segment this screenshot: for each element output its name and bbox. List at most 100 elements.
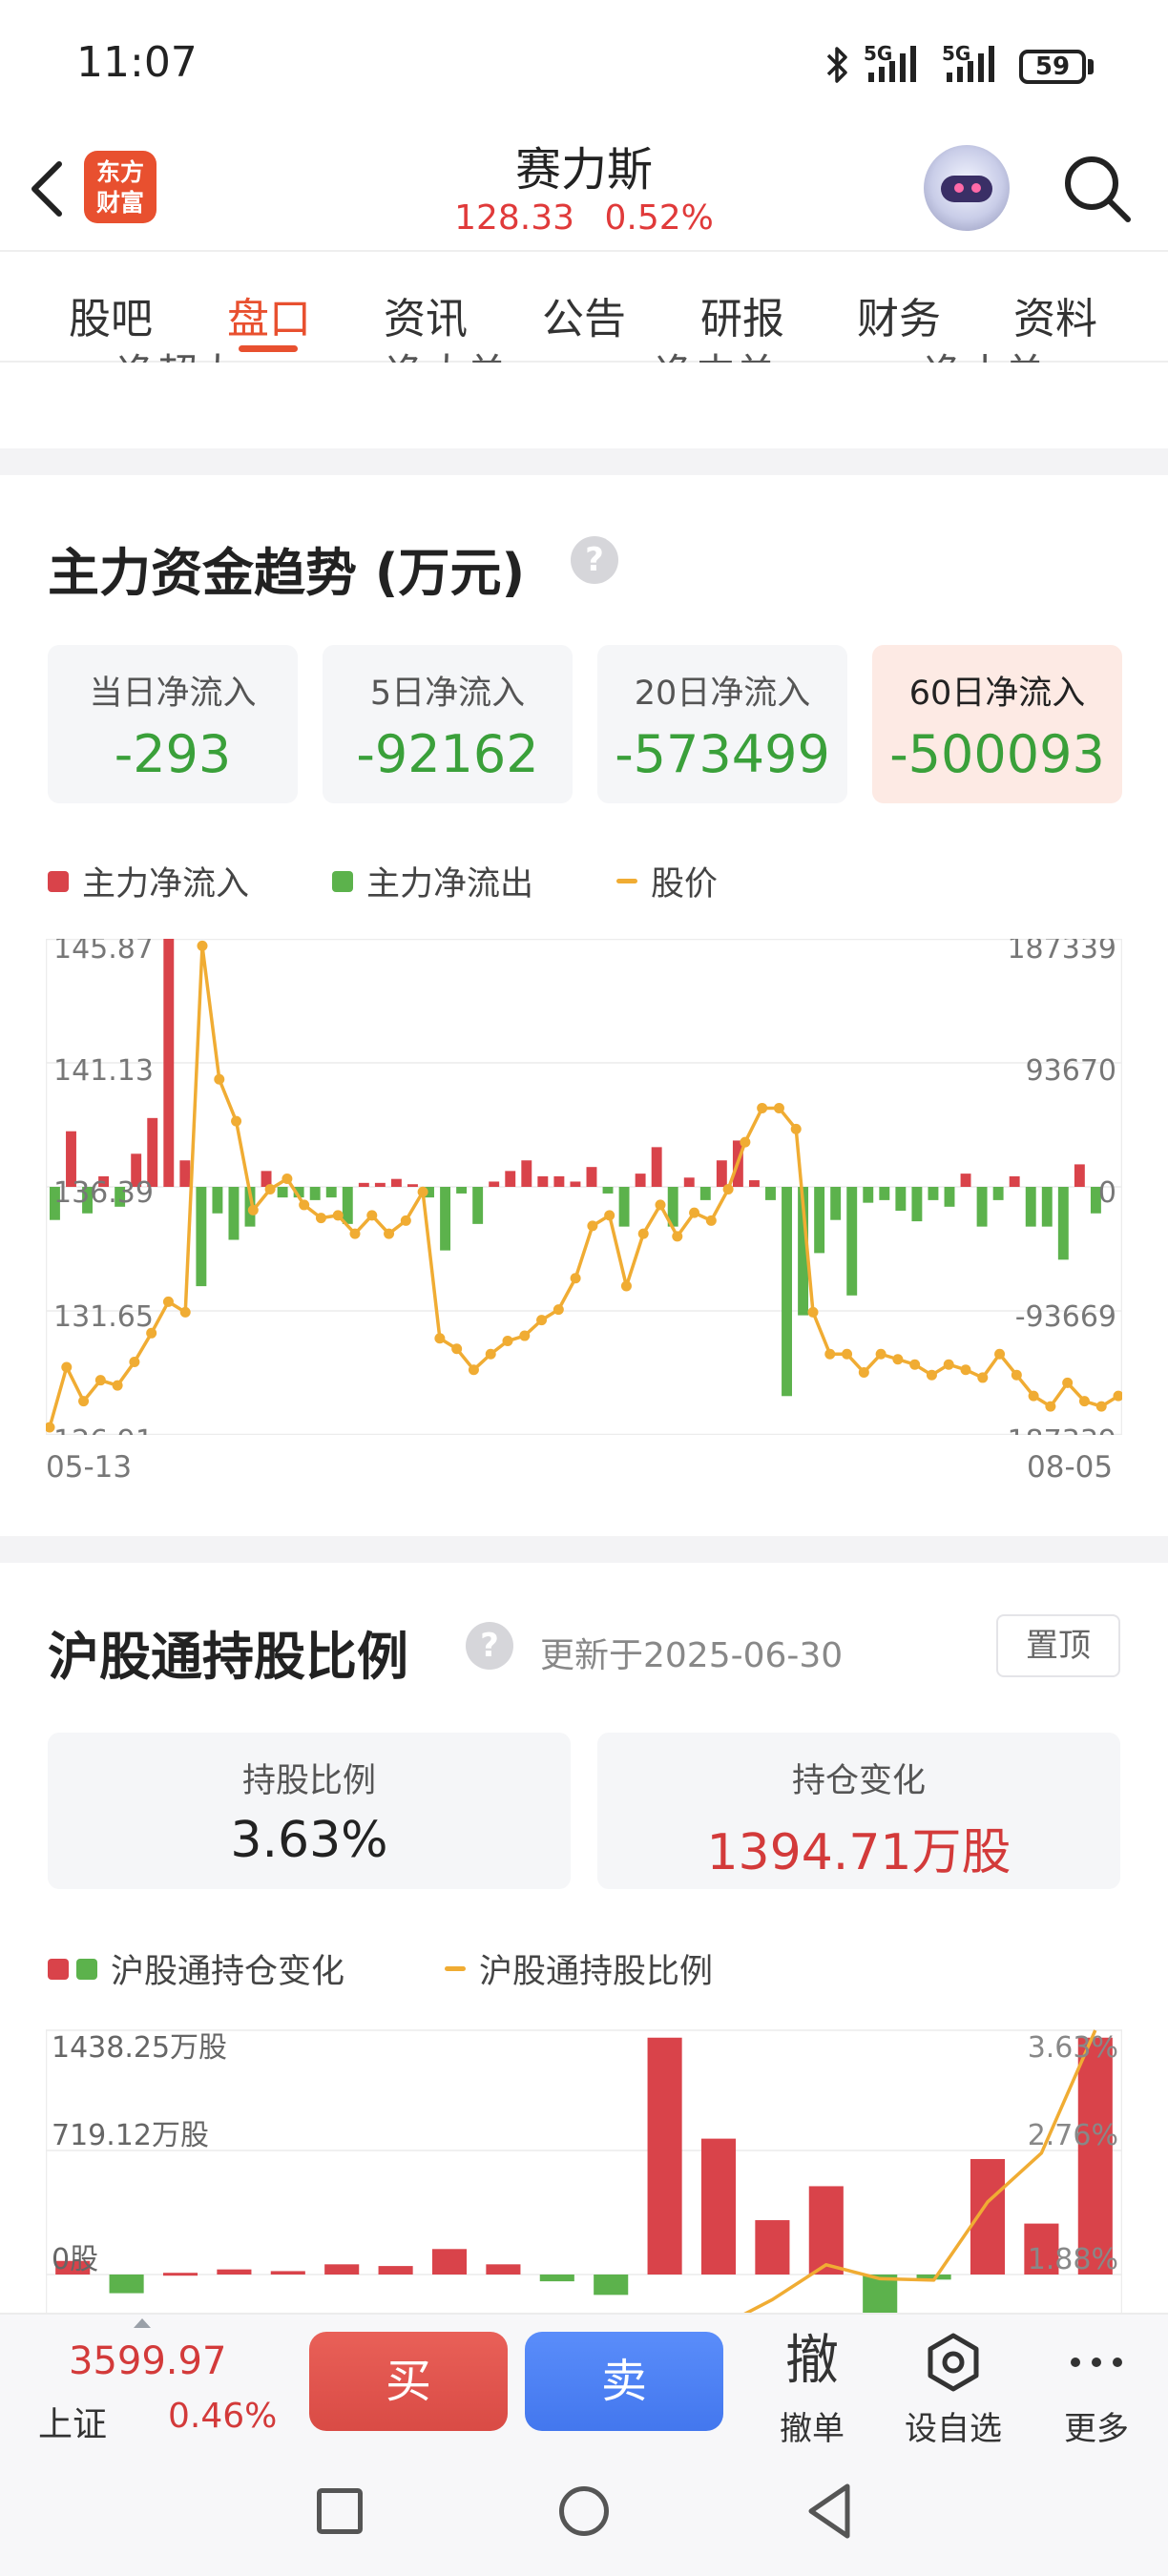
hk-hold-update-date: 更新于2025-06-30 [540,1636,844,1675]
outflow-bar [196,1187,207,1287]
outflow-bar [928,1187,939,1200]
outflow-bar [440,1187,451,1251]
signal-icon-2 [947,46,994,82]
pin-top-button[interactable]: 置顶 [996,1614,1120,1677]
price-point [1011,1369,1022,1381]
chart1-right-tick: 0 [1098,1176,1116,1210]
stat-5day-value: -92162 [356,724,539,784]
price-point [637,1228,649,1239]
hold-ratio-label: 持股比例 [241,1762,376,1800]
home-icon[interactable] [559,2486,609,2536]
help-icon[interactable]: ? [571,536,618,584]
price-point [943,1359,954,1370]
chart2-right-tick: 1.88% [1028,2243,1118,2276]
price-point [332,1210,344,1221]
inflow-bar [683,1177,695,1187]
price-point [892,1354,904,1365]
price-point [773,1102,784,1113]
add-watchlist-button[interactable]: 设自选 [891,2328,1015,2449]
more-dots-icon [1034,2328,1158,2395]
index-change[interactable]: 0.46% [168,2397,277,2436]
legend-price: 股价 [616,857,718,905]
tab-news[interactable]: 资讯 [368,284,483,345]
hold-ratio-value: 3.63% [230,1812,388,1869]
legend-price-label: 股价 [651,865,719,904]
inflow-bar [390,1178,402,1187]
chart1-left-tick: 131.65 [53,1300,154,1334]
hold-increase-bar [270,2271,305,2275]
stat-5day[interactable]: 5日净流入 -92162 [323,645,573,803]
outflow-bar [782,1187,792,1397]
price-point [179,1306,191,1318]
sell-button[interactable]: 卖 [525,2332,723,2431]
hold-decrease-bar [594,2275,629,2296]
inflow-bar [553,1175,565,1187]
price-point [384,1228,395,1239]
outflow-bar [699,1187,711,1200]
cancel-order-label: 撤单 [780,2410,845,2448]
nav-back-triangle-icon[interactable] [802,2481,859,2542]
inflow-bar [374,1182,386,1187]
hold-increase-bar [486,2264,521,2275]
tab-announcements[interactable]: 公告 [527,284,641,345]
legend-hk-green-swatch [76,1958,97,1980]
recent-apps-icon[interactable] [317,2488,363,2534]
price-point [672,1231,683,1242]
ai-assistant-robot-icon[interactable] [924,145,1010,231]
index-expand-caret-icon[interactable] [134,2318,151,2328]
inflow-bar [960,1174,971,1187]
price-point [994,1348,1006,1360]
price-point [485,1348,496,1360]
price-point [909,1359,921,1370]
price-point [722,1183,734,1195]
legend-outflow: 主力净流出 [332,857,533,905]
tab-guba[interactable]: 股吧 [53,284,168,345]
tab-research[interactable]: 研报 [685,284,800,345]
scroll-mask [0,363,1168,448]
stat-20day[interactable]: 20日净流入 -573499 [597,645,847,803]
help-icon-2[interactable]: ? [466,1622,513,1670]
inflow-bar [635,1174,646,1187]
tab-finance[interactable]: 财务 [842,284,956,345]
legend-outflow-label: 主力净流出 [366,865,534,904]
index-value[interactable]: 3599.97 [69,2339,226,2383]
inflow-bar [505,1171,516,1187]
inflow-bar [748,1180,760,1187]
main-flow-chart[interactable]: 145.87 141.13 136.39 131.65 126.91 187339 9367… [46,939,1122,1435]
hk-hold-chart[interactable]: 1438.25万股 719.12万股 0股 3.63% 2.76% 1.88% [46,2026,1122,2313]
tab-profile[interactable]: 资料 [998,284,1113,345]
stat-60day[interactable]: 60日净流入 -500093 [872,645,1122,803]
status-time: 11:07 [76,38,198,87]
price-point [926,1369,937,1381]
price-point [231,1115,242,1127]
stat-today[interactable]: 当日净流入 -293 [48,645,298,803]
index-name[interactable]: 上证 [38,2397,107,2446]
hold-increase-bar [700,2138,737,2275]
hold-increase-bar [378,2266,413,2275]
inflow-bar [537,1175,549,1187]
outflow-bar [618,1187,630,1227]
stat-today-label: 当日净流入 [89,675,257,713]
legend-hk-red-swatch [48,1958,69,1980]
chart1-left-tick: 141.13 [53,1054,154,1088]
inflow-bar [163,939,175,1187]
price-point [570,1273,581,1284]
price-point [689,1207,700,1218]
price-point [247,1204,259,1215]
more-button[interactable]: 更多 [1034,2328,1158,2449]
outflow-bar [863,1187,874,1203]
outflow-bar [911,1187,923,1222]
price-point [197,940,208,951]
hold-increase-bar [755,2220,790,2275]
hold-ratio-box: 持股比例 3.63% [48,1733,571,1889]
outflow-bar [879,1187,890,1200]
outflow-bar [456,1187,468,1194]
buy-button[interactable]: 买 [309,2332,508,2431]
cancel-order-button[interactable]: 撤 撤单 [750,2328,874,2449]
price-point [960,1364,971,1376]
tab-pankou[interactable]: 盘口 [212,284,326,345]
chart1-right-tick: 187339 [1007,939,1116,966]
search-icon[interactable] [1059,151,1136,227]
price-point [129,1356,140,1367]
signal-icon-1 [868,46,916,82]
